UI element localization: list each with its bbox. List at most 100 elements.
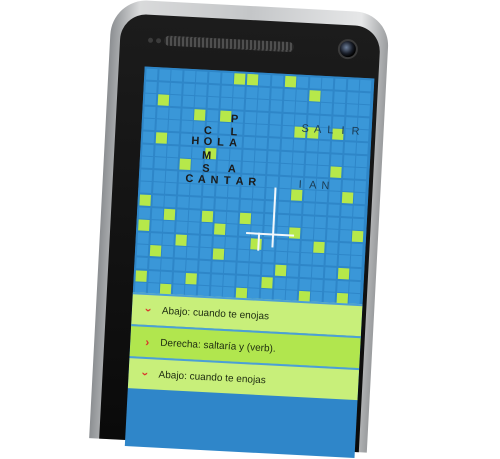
grid-cell[interactable] — [171, 69, 183, 82]
grid-cell[interactable] — [289, 214, 302, 227]
grid-cell[interactable] — [309, 77, 322, 89]
grid-cell[interactable] — [355, 155, 368, 167]
grid-cell[interactable] — [227, 199, 240, 211]
grid-cell[interactable] — [344, 142, 356, 154]
grid-cell[interactable] — [161, 258, 173, 271]
grid-cell[interactable] — [148, 258, 161, 270]
grid-cell[interactable] — [340, 217, 352, 230]
grid-cell[interactable] — [179, 158, 191, 171]
grid-cell[interactable] — [351, 243, 363, 255]
grid-cell[interactable] — [275, 252, 287, 264]
grid-cell[interactable] — [162, 233, 175, 246]
grid-cell[interactable] — [349, 281, 361, 293]
grid-cell[interactable] — [359, 79, 372, 92]
grid-cell[interactable] — [353, 193, 366, 205]
grid-cell[interactable] — [181, 108, 194, 120]
grid-cell[interactable] — [136, 244, 149, 257]
grid-cell[interactable] — [238, 224, 251, 237]
grid-cell[interactable] — [305, 152, 318, 165]
grid-cell[interactable] — [234, 73, 246, 85]
grid-cell[interactable] — [301, 240, 313, 253]
grid-cell[interactable] — [225, 236, 238, 249]
grid-cell[interactable] — [155, 132, 167, 144]
grid-cell[interactable] — [144, 93, 157, 106]
grid-cell[interactable] — [154, 144, 167, 157]
grid-cell[interactable] — [279, 176, 291, 189]
grid-cell[interactable] — [330, 154, 343, 166]
grid-cell[interactable] — [281, 138, 293, 151]
grid-cell[interactable] — [210, 273, 223, 286]
grid-cell[interactable] — [194, 109, 206, 121]
grid-cell[interactable] — [295, 101, 308, 114]
grid-cell[interactable] — [304, 165, 317, 177]
grid-cell[interactable] — [214, 198, 227, 210]
grid-cell[interactable] — [198, 273, 210, 285]
grid-cell[interactable] — [262, 251, 275, 263]
grid-cell[interactable] — [214, 210, 226, 223]
grid-cell[interactable] — [246, 73, 259, 86]
grid-cell[interactable] — [165, 170, 178, 183]
grid-cell[interactable] — [322, 77, 334, 90]
grid-cell[interactable] — [226, 211, 239, 224]
grid-cell[interactable] — [342, 179, 354, 192]
grid-cell[interactable] — [149, 245, 161, 257]
grid-cell[interactable] — [248, 275, 261, 288]
grid-cell[interactable] — [239, 212, 251, 224]
grid-cell[interactable] — [302, 203, 315, 215]
grid-cell[interactable] — [324, 279, 336, 292]
grid-cell[interactable] — [170, 82, 183, 95]
grid-cell[interactable] — [189, 209, 201, 222]
grid-cell[interactable] — [277, 201, 290, 214]
grid-cell[interactable] — [226, 224, 238, 236]
grid-cell[interactable] — [282, 113, 294, 126]
grid-cell[interactable] — [283, 88, 296, 101]
grid-cell[interactable] — [142, 144, 154, 156]
grid-cell[interactable] — [270, 100, 283, 112]
grid-cell[interactable] — [138, 219, 150, 232]
grid-cell[interactable] — [296, 76, 309, 89]
grid-cell[interactable] — [338, 242, 351, 255]
grid-cell[interactable] — [208, 84, 220, 97]
grid-cell[interactable] — [299, 265, 312, 278]
grid-cell[interactable] — [293, 139, 306, 152]
grid-cell[interactable] — [359, 92, 371, 104]
grid-cell[interactable] — [140, 169, 153, 181]
grid-cell[interactable] — [160, 271, 173, 283]
grid-cell[interactable] — [267, 163, 279, 175]
grid-cell[interactable] — [351, 230, 364, 243]
grid-cell[interactable] — [261, 263, 274, 276]
grid-cell[interactable] — [163, 208, 176, 220]
grid-cell[interactable] — [175, 221, 188, 234]
grid-cell[interactable] — [280, 151, 293, 163]
grid-cell[interactable] — [308, 102, 320, 114]
grid-cell[interactable] — [153, 157, 166, 169]
grid-cell[interactable] — [342, 167, 355, 179]
grid-cell[interactable] — [156, 107, 169, 119]
grid-cell[interactable] — [236, 262, 249, 275]
grid-cell[interactable] — [140, 181, 152, 194]
grid-cell[interactable] — [195, 96, 207, 108]
grid-cell[interactable] — [271, 87, 283, 100]
grid-cell[interactable] — [317, 165, 330, 178]
grid-cell[interactable] — [220, 97, 232, 110]
grid-cell[interactable] — [158, 69, 171, 81]
grid-cell[interactable] — [276, 226, 289, 239]
grid-cell[interactable] — [271, 75, 284, 87]
grid-cell[interactable] — [141, 156, 153, 169]
grid-cell[interactable] — [212, 236, 225, 248]
grid-cell[interactable] — [334, 78, 347, 91]
grid-cell[interactable] — [302, 215, 314, 228]
grid-cell[interactable] — [220, 85, 233, 97]
grid-cell[interactable] — [257, 112, 269, 124]
grid-cell[interactable] — [346, 104, 358, 116]
grid-cell[interactable] — [275, 239, 288, 252]
grid-cell[interactable] — [255, 137, 268, 150]
grid-cell[interactable] — [233, 85, 245, 98]
grid-cell[interactable] — [169, 95, 182, 107]
grid-cell[interactable] — [331, 141, 344, 153]
grid-cell[interactable] — [199, 260, 211, 273]
grid-cell[interactable] — [150, 220, 163, 232]
grid-cell[interactable] — [326, 229, 339, 242]
grid-cell[interactable] — [315, 203, 328, 216]
grid-cell[interactable] — [257, 99, 270, 112]
